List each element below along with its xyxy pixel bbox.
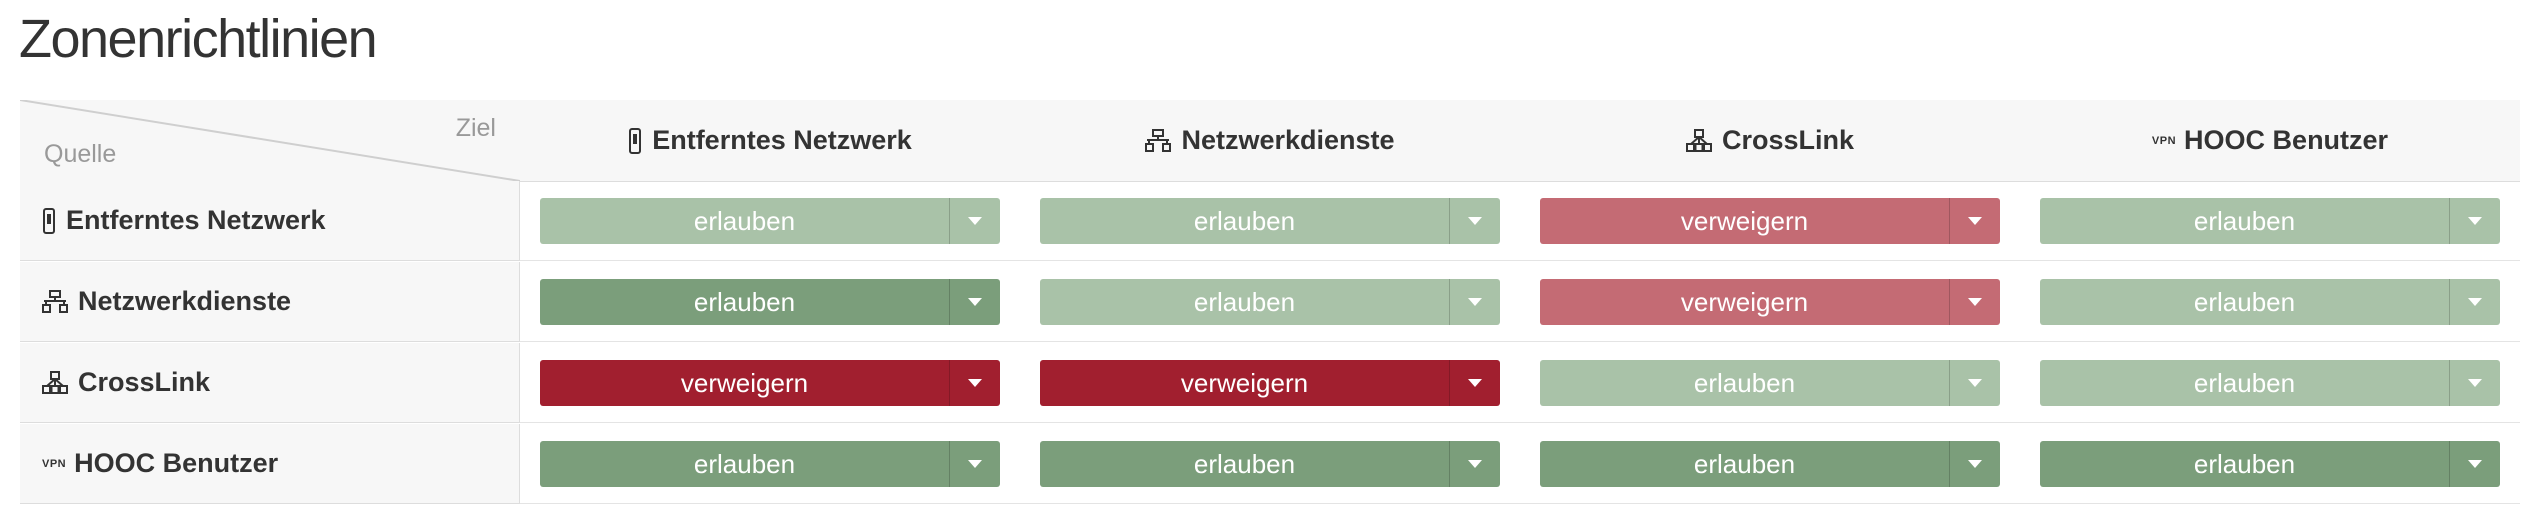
- remote-device-icon: [628, 127, 642, 154]
- source-axis-label: Quelle: [44, 140, 117, 168]
- policy-value: erlauben: [1193, 448, 1296, 479]
- caret-down-icon[interactable]: [2449, 279, 2500, 325]
- crosslink-icon: [1685, 128, 1712, 153]
- column-header-label: HOOC Benutzer: [2184, 125, 2389, 155]
- row-header-label: Netzwerkdienste: [78, 286, 292, 316]
- policy-dropdown[interactable]: erlauben: [1040, 279, 1500, 325]
- policy-dropdown[interactable]: verweigern: [1040, 360, 1500, 406]
- policy-dropdown[interactable]: erlauben: [540, 441, 1000, 487]
- policy-value: erlauben: [2193, 205, 2296, 236]
- policy-value: erlauben: [2193, 448, 2296, 479]
- policy-value: erlauben: [1193, 286, 1296, 317]
- caret-down-icon[interactable]: [1449, 198, 1500, 244]
- row-header: VPN HOOC Benutzer: [20, 424, 520, 504]
- caret-down-icon[interactable]: [2449, 441, 2500, 487]
- policy-dropdown[interactable]: erlauben: [1040, 198, 1500, 244]
- vpn-icon: VPN: [42, 457, 67, 470]
- column-header-label: Entferntes Netzwerk: [652, 125, 912, 155]
- target-axis-label: Ziel: [455, 114, 496, 142]
- network-services-icon: [42, 289, 68, 314]
- policy-value: erlauben: [1193, 205, 1296, 236]
- caret-down-icon[interactable]: [1449, 360, 1500, 406]
- row-header: CrossLink: [20, 343, 520, 423]
- caret-down-icon[interactable]: [949, 360, 1000, 406]
- policy-dropdown[interactable]: erlauben: [2040, 198, 2500, 244]
- network-services-icon: [1145, 128, 1172, 153]
- policy-dropdown[interactable]: verweigern: [540, 360, 1000, 406]
- row-divider: [520, 422, 2520, 423]
- policy-value: verweigern: [1680, 286, 1809, 317]
- policy-dropdown[interactable]: erlauben: [2040, 441, 2500, 487]
- row-header-label: CrossLink: [78, 367, 211, 397]
- policy-dropdown[interactable]: erlauben: [2040, 360, 2500, 406]
- policy-dropdown[interactable]: verweigern: [1540, 279, 2000, 325]
- row-header: Netzwerkdienste: [20, 262, 520, 342]
- policy-dropdown[interactable]: erlauben: [540, 279, 1000, 325]
- row-header: Entferntes Netzwerk: [20, 181, 520, 261]
- zone-policy-matrix: Ziel Quelle Entferntes Netzwerk Netzwerkd…: [20, 100, 2520, 506]
- row-divider: [520, 503, 2520, 504]
- caret-down-icon[interactable]: [1949, 360, 2000, 406]
- policy-value: erlauben: [1693, 367, 1796, 398]
- page-title: Zonenrichtlinien: [19, 9, 378, 69]
- policy-value: erlauben: [693, 205, 796, 236]
- row-header-label: Entferntes Netzwerk: [66, 205, 326, 235]
- caret-down-icon[interactable]: [1449, 441, 1500, 487]
- caret-down-icon[interactable]: [949, 441, 1000, 487]
- column-header-label: CrossLink: [1721, 125, 1855, 155]
- caret-down-icon[interactable]: [949, 198, 1000, 244]
- matrix-corner: Ziel Quelle: [20, 100, 521, 182]
- policy-dropdown[interactable]: erlauben: [1540, 360, 2000, 406]
- row-header-label: HOOC Benutzer: [74, 448, 279, 478]
- column-header: Entferntes Netzwerk: [520, 100, 1020, 182]
- caret-down-icon[interactable]: [2449, 198, 2500, 244]
- column-header: CrossLink: [1520, 100, 2020, 182]
- caret-down-icon[interactable]: [949, 279, 1000, 325]
- crosslink-icon: [42, 370, 68, 395]
- policy-value: verweigern: [1180, 367, 1309, 398]
- policy-dropdown[interactable]: verweigern: [1540, 198, 2000, 244]
- policy-value: erlauben: [693, 286, 796, 317]
- vpn-icon: VPN: [2151, 134, 2177, 147]
- policy-value: erlauben: [693, 448, 796, 479]
- column-header: Netzwerkdienste: [1020, 100, 1520, 182]
- policy-dropdown[interactable]: erlauben: [1540, 441, 2000, 487]
- row-divider: [520, 341, 2520, 342]
- policy-value: verweigern: [1680, 205, 1809, 236]
- policy-dropdown[interactable]: erlauben: [2040, 279, 2500, 325]
- column-header-label: Netzwerkdienste: [1181, 125, 1395, 155]
- caret-down-icon[interactable]: [1449, 279, 1500, 325]
- policy-dropdown[interactable]: erlauben: [540, 198, 1000, 244]
- caret-down-icon[interactable]: [1949, 441, 2000, 487]
- policy-value: erlauben: [2193, 367, 2296, 398]
- policy-value: erlauben: [2193, 286, 2296, 317]
- caret-down-icon[interactable]: [1949, 279, 2000, 325]
- caret-down-icon[interactable]: [2449, 360, 2500, 406]
- policy-value: verweigern: [680, 367, 809, 398]
- caret-down-icon[interactable]: [1949, 198, 2000, 244]
- policy-dropdown[interactable]: erlauben: [1040, 441, 1500, 487]
- column-header: VPN HOOC Benutzer: [2020, 100, 2520, 182]
- row-divider: [520, 260, 2520, 261]
- policy-value: erlauben: [1693, 448, 1796, 479]
- remote-device-icon: [42, 207, 56, 234]
